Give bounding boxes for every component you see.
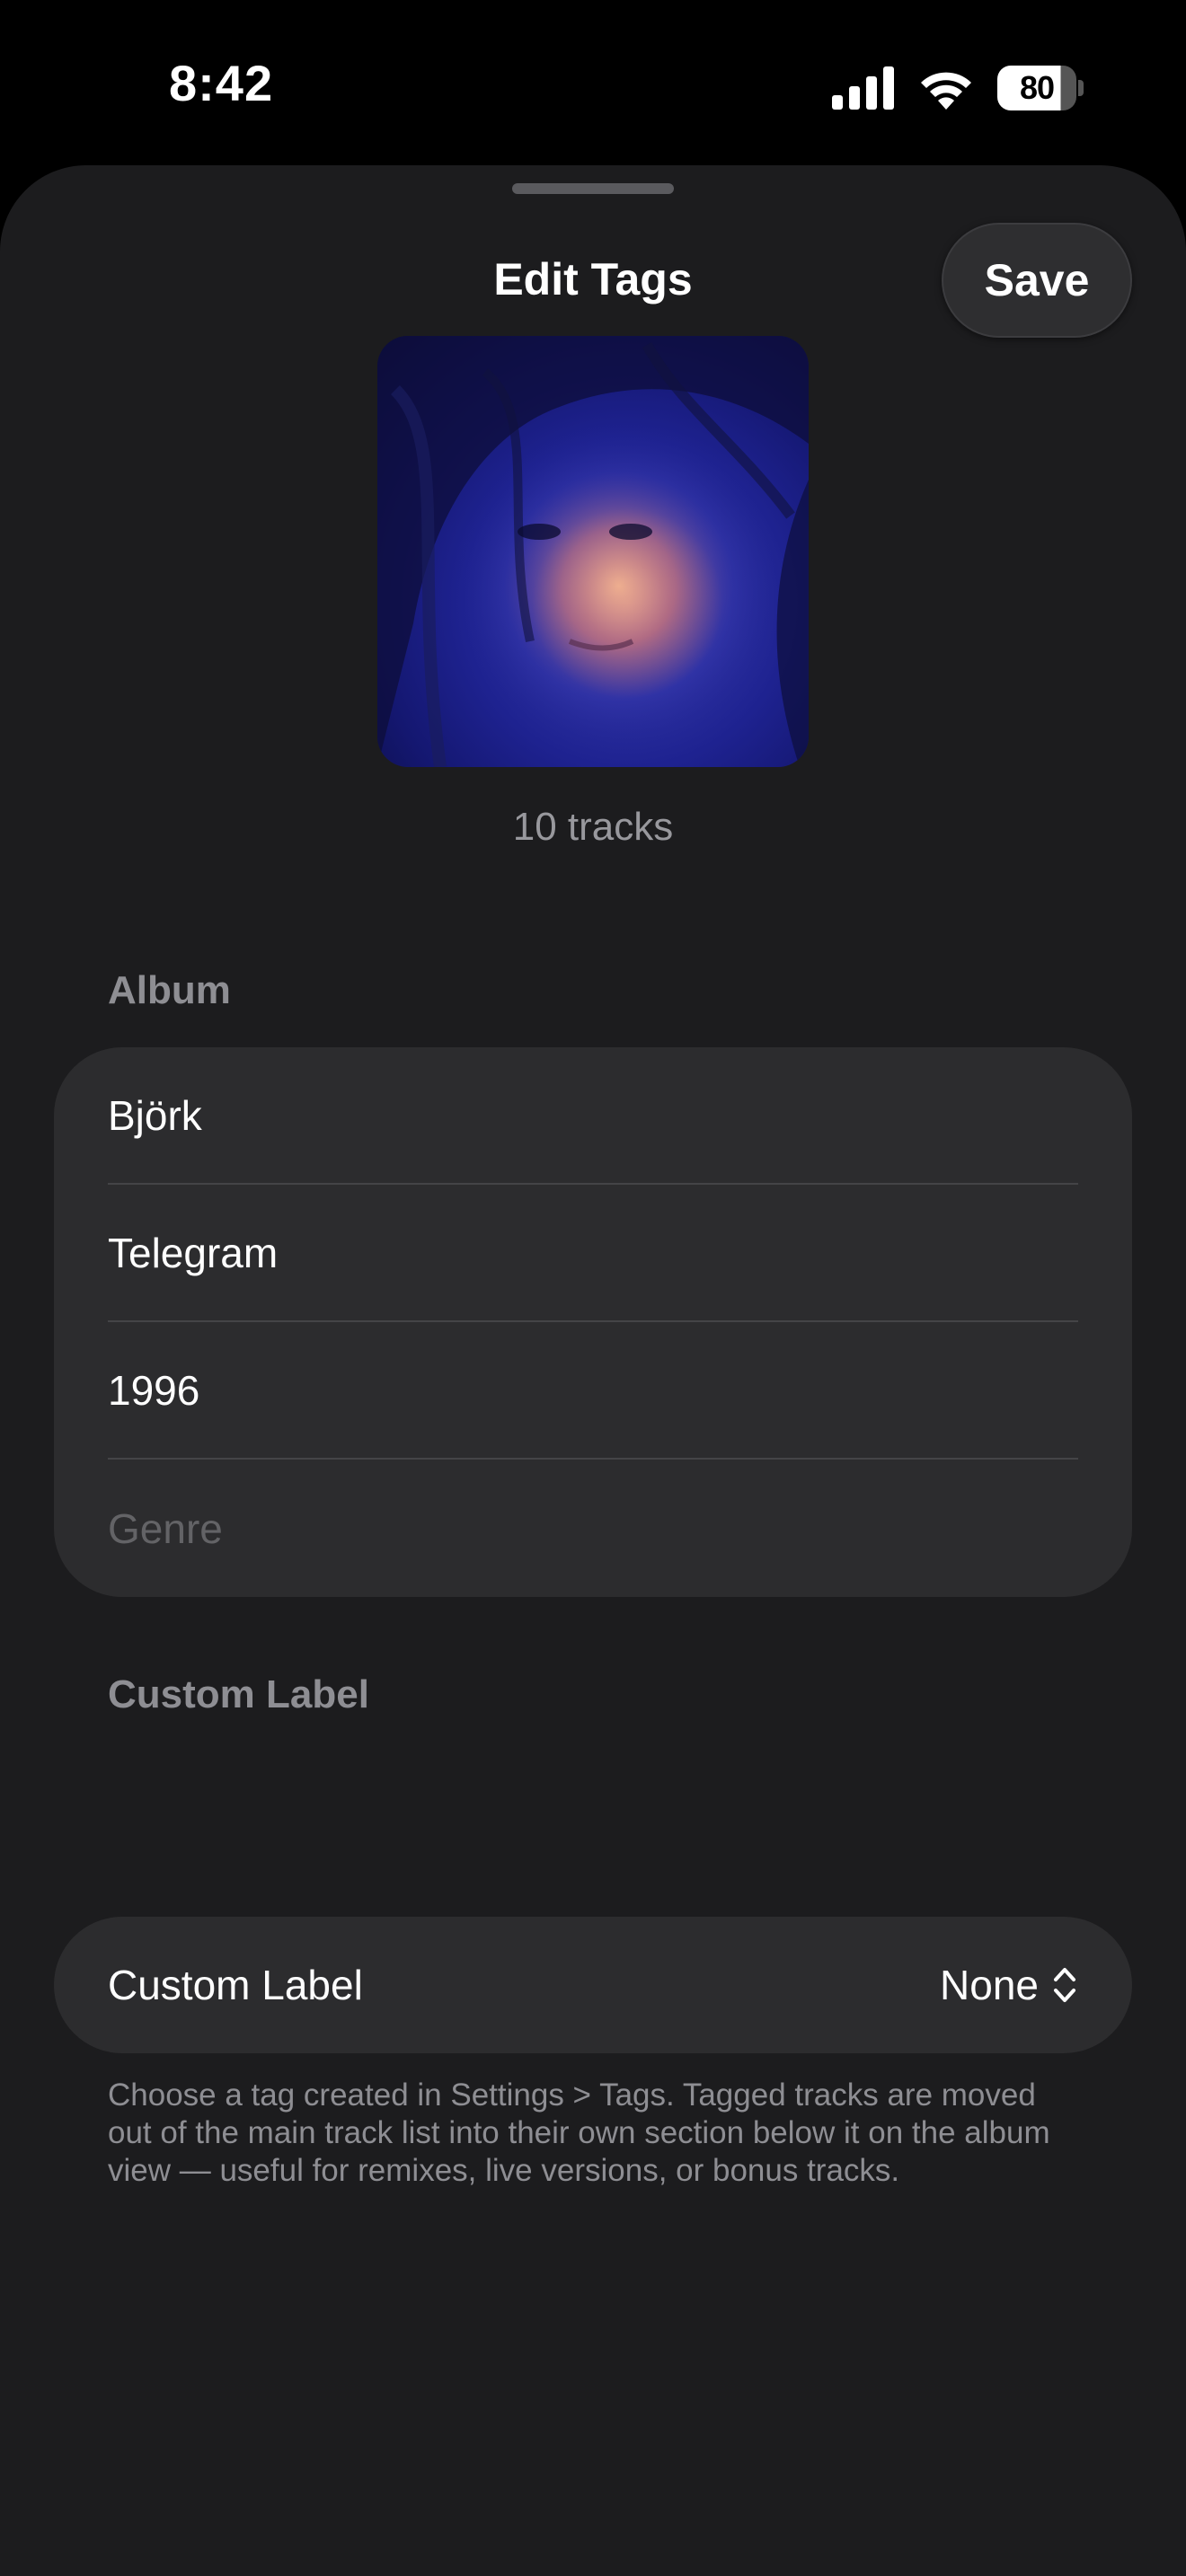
album-title-field[interactable]: Telegram [108,1185,1078,1322]
sheet-grabber[interactable] [512,183,674,194]
status-icons: 80 [832,63,1084,113]
album-artwork-image [377,336,809,767]
custom-label-row[interactable]: Custom Label None [54,1917,1132,2053]
battery-level: 80 [997,66,1077,110]
custom-label-section-header: Custom Label [108,1672,369,1716]
year-field[interactable]: 1996 [108,1322,1078,1460]
save-button[interactable]: Save [942,223,1132,338]
genre-field[interactable]: Genre [108,1460,1078,1597]
status-bar: 8:42 80 [0,0,1186,171]
track-count: 10 tracks [512,805,674,849]
album-artwork[interactable] [377,336,809,767]
album-title-field-value: Telegram [108,1229,279,1276]
chevron-up-down-icon [1054,1968,1075,2002]
battery-icon: 80 [997,66,1084,110]
artist-field-value: Björk [108,1091,202,1139]
wifi-icon [921,72,971,110]
album-fields-group: Björk Telegram 1996 Genre [54,1047,1132,1597]
year-field-value: 1996 [108,1366,200,1414]
artist-field[interactable]: Björk [108,1047,1078,1185]
custom-label-row-title: Custom Label [108,1962,363,2008]
battery-cap [1078,80,1084,96]
genre-field-placeholder: Genre [108,1504,223,1552]
custom-label-picker[interactable]: None [940,1961,1078,2009]
status-time: 8:42 [169,55,274,111]
album-section-header: Album [108,968,231,1012]
cellular-signal-icon [832,66,894,110]
custom-label-selected-value: None [940,1962,1039,2008]
custom-label-footer: Choose a tag created in Settings > Tags.… [108,2078,1050,2188]
